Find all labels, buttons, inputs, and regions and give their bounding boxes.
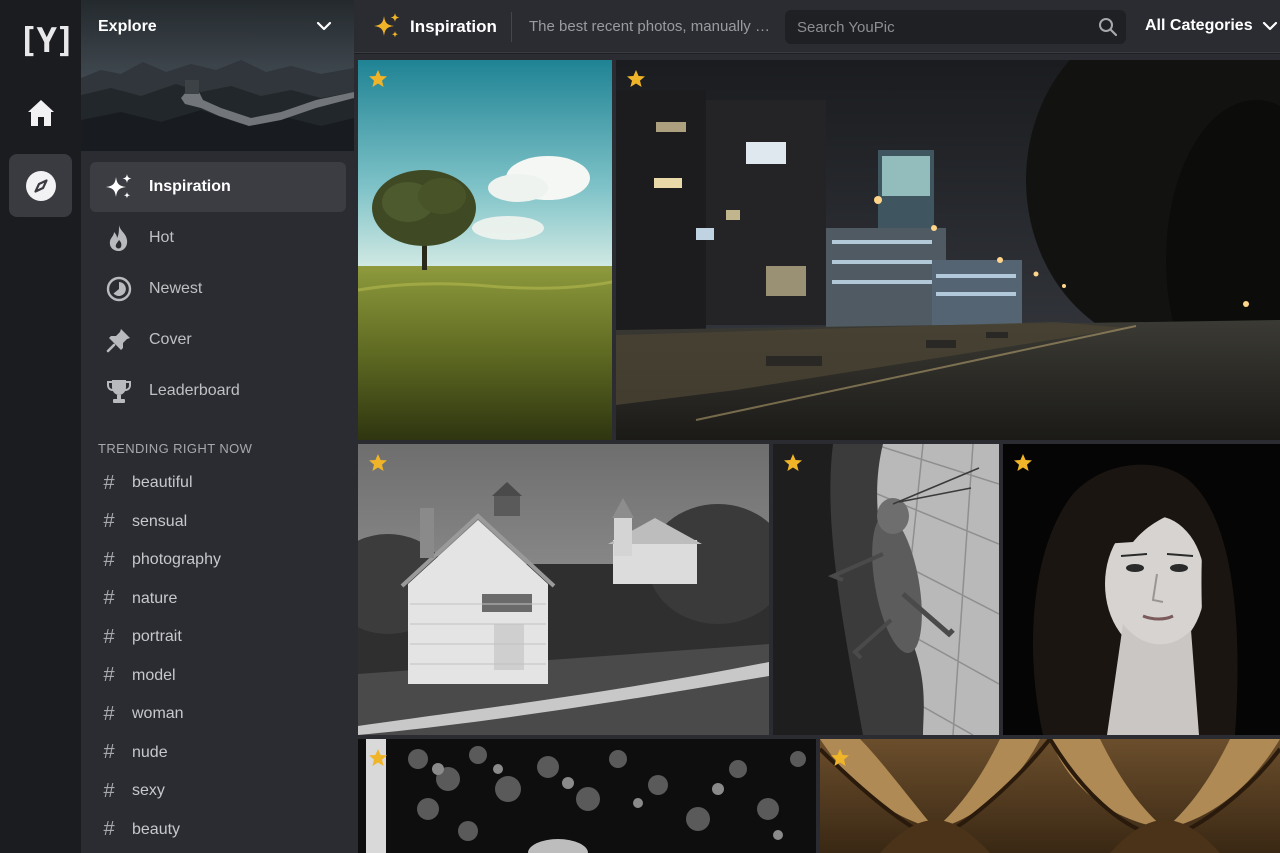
sidebar-section-title: Explore (98, 18, 157, 35)
white-church-image (358, 444, 769, 735)
grasshopper-image (773, 444, 999, 735)
featured-star-icon (369, 749, 387, 766)
tag-item[interactable]: # nude (98, 734, 338, 773)
menu-item-cover[interactable]: Cover (90, 315, 346, 365)
sparkles-icon (374, 13, 400, 38)
featured-star-icon (627, 70, 645, 87)
flame-icon (103, 222, 135, 254)
explore-dropdown[interactable]: Explore (81, 0, 354, 151)
photo-tree-field[interactable] (358, 60, 612, 440)
photo-night-street[interactable] (616, 60, 1280, 440)
hash-icon: # (103, 779, 115, 802)
page-description: The best recent photos, manually selecte… (529, 18, 774, 35)
search-box (785, 10, 1126, 44)
tag-item[interactable]: # woman (98, 695, 338, 734)
photo-grid (354, 54, 1280, 853)
tree-field-image (358, 60, 612, 440)
tag-item[interactable]: # beautiful (98, 464, 338, 503)
hash-icon: # (103, 548, 115, 571)
menu-item-label: Leaderboard (149, 382, 240, 399)
woman-portrait-image (1003, 444, 1280, 735)
tag-label: model (132, 666, 176, 684)
foliage-image (358, 739, 816, 853)
hash-icon: # (103, 664, 115, 687)
tag-item[interactable]: # portrait (98, 618, 338, 657)
menu-item-label: Inspiration (149, 178, 231, 195)
tag-item[interactable]: # sexy (98, 772, 338, 811)
sparkles-icon (103, 171, 135, 203)
featured-star-icon (1014, 454, 1032, 471)
hash-icon: # (103, 471, 115, 494)
tag-label: nature (132, 589, 178, 607)
menu-item-inspiration[interactable]: Inspiration (90, 162, 346, 212)
search-input[interactable] (785, 10, 1085, 44)
menu-item-leaderboard[interactable]: Leaderboard (90, 366, 346, 416)
explore-menu: Inspiration Hot Newest Cover Leaderboard (90, 162, 346, 417)
home-icon (27, 99, 54, 126)
tag-label: portrait (132, 628, 182, 646)
tag-label: sensual (132, 512, 188, 530)
tag-item[interactable]: # photography (98, 541, 338, 580)
icon-rail: [Y] (0, 0, 81, 853)
tag-label: nude (132, 743, 168, 761)
photo-vaulted-ceiling[interactable] (820, 739, 1280, 853)
photo-white-church[interactable] (358, 444, 769, 735)
menu-item-label: Cover (149, 331, 192, 348)
photo-woman-portrait[interactable] (1003, 444, 1280, 735)
menu-item-hot[interactable]: Hot (90, 213, 346, 263)
home-button[interactable] (9, 81, 72, 144)
hash-icon: # (103, 510, 115, 533)
photo-grasshopper[interactable] (773, 444, 999, 735)
night-street-image (616, 60, 1280, 440)
photo-foliage-bw[interactable] (358, 739, 816, 853)
tag-label: beauty (132, 820, 181, 838)
tag-label: photography (132, 551, 221, 569)
hash-icon: # (103, 741, 115, 764)
tag-item[interactable]: # nature (98, 580, 338, 619)
chevron-down-icon[interactable] (1262, 18, 1278, 34)
trending-tags-list: # beautiful # sensual # photography # nature… (98, 464, 338, 849)
hash-icon: # (103, 587, 115, 610)
menu-item-label: Hot (149, 229, 174, 246)
tag-label: beautiful (132, 474, 193, 492)
menu-item-label: Newest (149, 280, 203, 297)
hash-icon: # (103, 818, 115, 841)
trending-heading: TRENDING RIGHT NOW (98, 441, 253, 456)
explore-button[interactable] (9, 154, 72, 217)
top-bar: Inspiration The best recent photos, manu… (354, 0, 1280, 53)
search-icon[interactable] (1098, 17, 1118, 37)
hash-icon: # (103, 702, 115, 725)
tag-label: woman (132, 705, 184, 723)
youpic-logo[interactable]: [Y] (18, 20, 75, 62)
tag-item[interactable]: # model (98, 657, 338, 696)
tag-item[interactable]: # beauty (98, 811, 338, 850)
page-title: Inspiration (410, 17, 497, 36)
tag-item[interactable]: # sensual (98, 503, 338, 542)
compass-icon (25, 170, 56, 201)
tag-label: sexy (132, 782, 165, 800)
hash-icon: # (103, 625, 115, 648)
featured-star-icon (369, 454, 387, 471)
featured-star-icon (784, 454, 802, 471)
clock-icon (103, 273, 135, 305)
vaulted-ceiling-image (820, 739, 1280, 853)
explore-sidebar: Explore Inspiration Hot Newest Cover Lea… (81, 0, 354, 853)
featured-star-icon (831, 749, 849, 766)
featured-star-icon (369, 70, 387, 87)
chevron-down-icon (316, 21, 332, 31)
category-dropdown[interactable]: All Categories (1145, 17, 1253, 35)
menu-item-newest[interactable]: Newest (90, 264, 346, 314)
divider (511, 12, 512, 42)
trophy-icon (103, 375, 135, 407)
pin-icon (103, 324, 135, 356)
